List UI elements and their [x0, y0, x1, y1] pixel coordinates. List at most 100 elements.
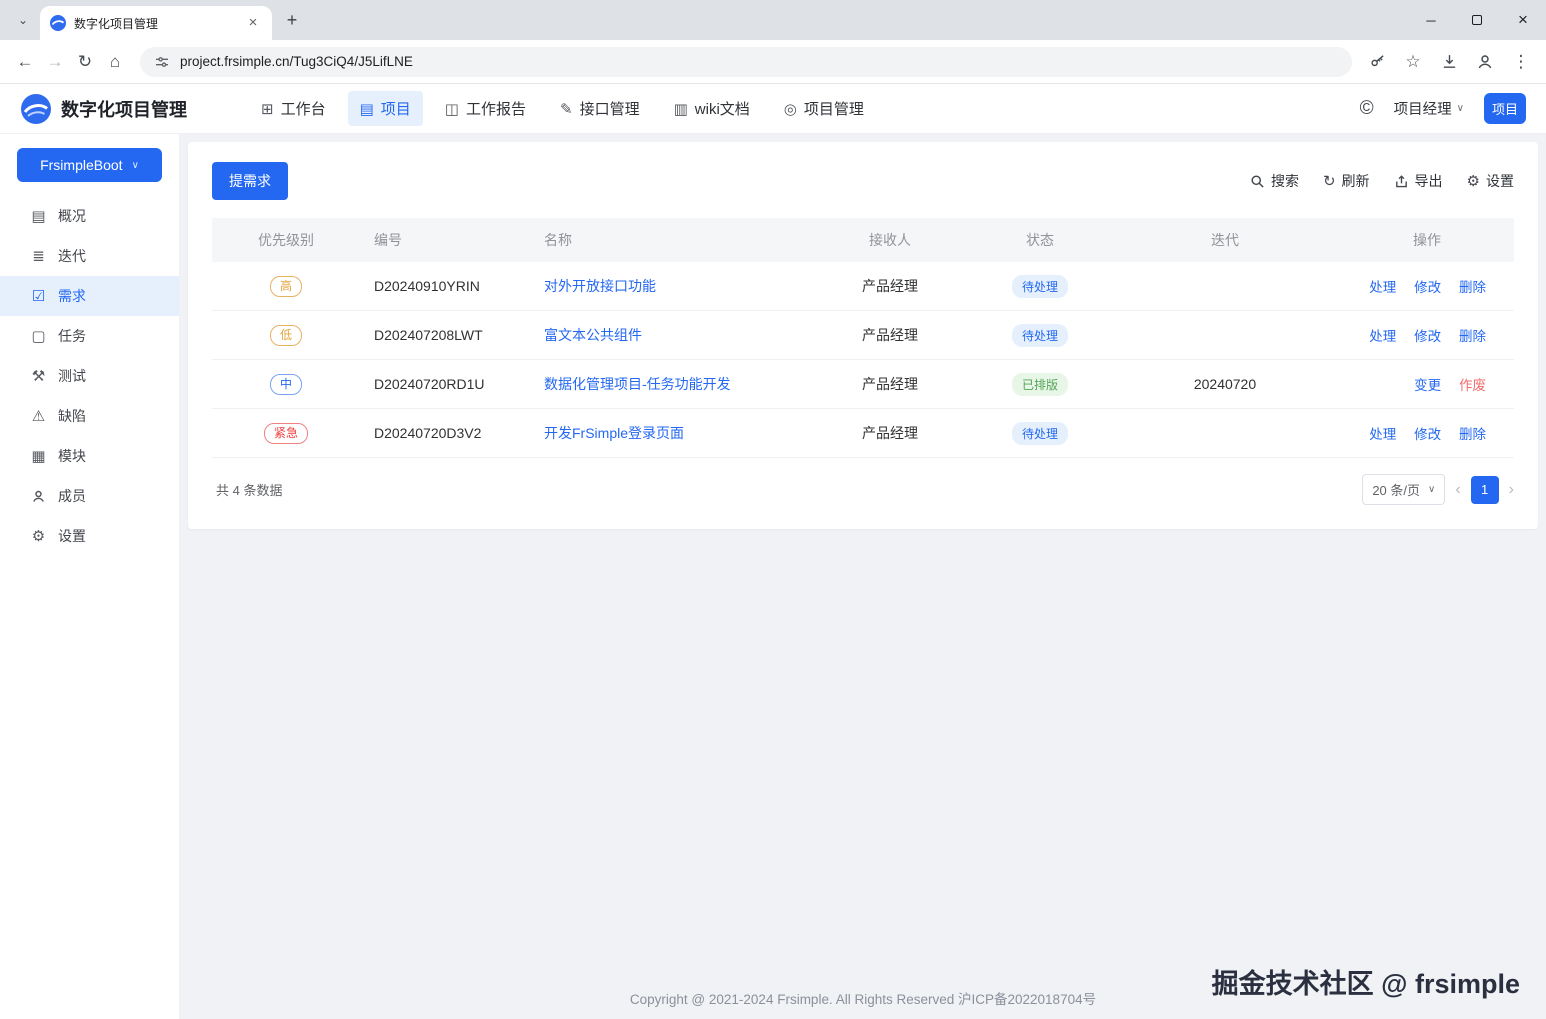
browser-actions: ☆ ⋮ — [1362, 47, 1536, 77]
header-right: © 项目经理 ∨ 项目 — [1360, 93, 1526, 124]
site-info-icon[interactable] — [154, 54, 170, 70]
sidebar-item-settings[interactable]: ⚙设置 — [0, 516, 179, 556]
sidebar-item-overview[interactable]: ▤概况 — [0, 196, 179, 236]
refresh-button[interactable]: ↻ 刷新 — [1323, 171, 1370, 191]
void-action[interactable]: 作废 — [1459, 378, 1486, 393]
maximize-icon — [1472, 15, 1482, 25]
receiver: 产品经理 — [810, 423, 970, 443]
tab-close-icon[interactable]: × — [244, 14, 262, 32]
table-header-row: 优先级别 编号 名称 接收人 状态 迭代 操作 — [212, 218, 1514, 262]
bookmark-star-icon[interactable]: ☆ — [1398, 47, 1428, 77]
handle-action[interactable]: 处理 — [1369, 329, 1396, 344]
table-footer: 共 4 条数据 20 条/页 ∨ ‹ 1 › — [212, 474, 1514, 505]
delete-action[interactable]: 删除 — [1459, 329, 1486, 344]
profile-icon[interactable] — [1470, 47, 1500, 77]
status-badge: 待处理 — [1012, 422, 1068, 445]
window-minimize-button[interactable]: ─ — [1408, 0, 1454, 40]
avatar[interactable]: 项目 — [1484, 93, 1526, 124]
new-tab-button[interactable]: + — [278, 7, 306, 35]
priority-badge: 低 — [270, 325, 302, 346]
prev-page-icon[interactable]: ‹ — [1455, 481, 1460, 499]
iteration-icon: ≣ — [30, 247, 47, 265]
priority-badge: 中 — [270, 374, 302, 395]
edit-action[interactable]: 修改 — [1414, 280, 1441, 295]
browser-toolbar: ← → ↻ ⌂ project.frsimple.cn/Tug3CiQ4/J5L… — [0, 40, 1546, 84]
sidebar-item-defects[interactable]: ⚠缺陷 — [0, 396, 179, 436]
window-close-button[interactable]: × — [1500, 0, 1546, 40]
receiver: 产品经理 — [810, 374, 970, 394]
back-icon[interactable]: ← — [10, 47, 40, 77]
nav-api-management[interactable]: ✎接口管理 — [548, 91, 652, 126]
forward-icon[interactable]: → — [40, 47, 70, 77]
nav-work-report[interactable]: ◫工作报告 — [433, 91, 538, 126]
export-icon — [1394, 174, 1409, 189]
col-iteration: 迭代 — [1110, 230, 1340, 250]
url-text: project.frsimple.cn/Tug3CiQ4/J5LifLNE — [180, 54, 413, 69]
download-icon[interactable] — [1434, 47, 1464, 77]
settings-label: 设置 — [1486, 171, 1514, 191]
table-row: 高 D20240910YRIN 对外开放接口功能 产品经理 待处理 处理 修改 … — [212, 262, 1514, 311]
delete-action[interactable]: 删除 — [1459, 280, 1486, 295]
brand: 数字化项目管理 — [20, 93, 187, 125]
nav-project-management[interactable]: ◎项目管理 — [772, 91, 876, 126]
table-settings-button[interactable]: ⚙ 设置 — [1467, 171, 1514, 191]
password-key-icon[interactable] — [1362, 47, 1392, 77]
browser-tab[interactable]: 数字化项目管理 × — [40, 6, 272, 40]
sidebar-item-members[interactable]: 成员 — [0, 476, 179, 516]
page-number[interactable]: 1 — [1471, 476, 1499, 504]
edit-action[interactable]: 修改 — [1414, 329, 1441, 344]
search-button[interactable]: 搜索 — [1250, 171, 1299, 191]
export-label: 导出 — [1415, 171, 1443, 191]
main-content: 提需求 搜索 ↻ 刷新 导出 ⚙ — [180, 134, 1546, 1019]
sidebar-item-iteration[interactable]: ≣迭代 — [0, 236, 179, 276]
app-title: 数字化项目管理 — [61, 96, 187, 122]
next-page-icon[interactable]: › — [1509, 481, 1514, 499]
tab-search-chevron-icon[interactable]: ⌄ — [10, 7, 36, 33]
col-code: 编号 — [360, 230, 530, 250]
nav-label: 接口管理 — [580, 98, 640, 119]
add-requirement-button[interactable]: 提需求 — [212, 162, 288, 200]
browser-tab-strip: ⌄ 数字化项目管理 × + ─ × — [0, 0, 1546, 40]
user-role-dropdown[interactable]: 项目经理 ∨ — [1394, 98, 1464, 119]
tab-title: 数字化项目管理 — [74, 15, 236, 32]
handle-action[interactable]: 处理 — [1369, 280, 1396, 295]
refresh-icon[interactable]: ↻ — [70, 47, 100, 77]
sidebar-item-testing[interactable]: ⚒测试 — [0, 356, 179, 396]
sidebar-item-requirements[interactable]: ☑需求 — [0, 276, 179, 316]
sidebar-item-modules[interactable]: ▦模块 — [0, 436, 179, 476]
col-priority: 优先级别 — [212, 230, 360, 250]
handle-action[interactable]: 处理 — [1369, 427, 1396, 442]
modules-icon: ▦ — [30, 447, 47, 465]
requirement-name-link[interactable]: 数据化管理项目-任务功能开发 — [544, 376, 731, 392]
app-logo — [20, 93, 52, 125]
sidebar-item-label: 任务 — [58, 326, 86, 346]
address-bar[interactable]: project.frsimple.cn/Tug3CiQ4/J5LifLNE — [140, 47, 1352, 77]
sidebar-item-tasks[interactable]: ▢任务 — [0, 316, 179, 356]
edit-action[interactable]: 修改 — [1414, 427, 1441, 442]
requirement-name-link[interactable]: 开发FrSimple登录页面 — [544, 425, 684, 441]
gear-icon: ⚙ — [1467, 172, 1480, 190]
nav-label: 项目管理 — [804, 98, 864, 119]
search-label: 搜索 — [1271, 171, 1299, 191]
export-button[interactable]: 导出 — [1394, 171, 1443, 191]
delete-action[interactable]: 删除 — [1459, 427, 1486, 442]
change-action[interactable]: 变更 — [1414, 378, 1441, 393]
copyright-icon[interactable]: © — [1360, 98, 1374, 120]
settings-icon: ⚙ — [30, 527, 47, 545]
nav-project[interactable]: ▤项目 — [348, 91, 423, 126]
requirement-name-link[interactable]: 富文本公共组件 — [544, 327, 642, 343]
home-icon[interactable]: ⌂ — [100, 47, 130, 77]
watermark: 掘金技术社区 @ frsimple — [1212, 962, 1520, 1001]
nav-workbench[interactable]: ⊞工作台 — [249, 91, 338, 126]
nav-label: 工作报告 — [466, 98, 526, 119]
window-maximize-button[interactable] — [1454, 0, 1500, 40]
chevron-down-icon: ∨ — [132, 160, 139, 171]
nav-label: 项目 — [381, 98, 411, 119]
requirement-name-link[interactable]: 对外开放接口功能 — [544, 278, 656, 294]
top-nav: ⊞工作台 ▤项目 ◫工作报告 ✎接口管理 ▥wiki文档 ◎项目管理 — [249, 91, 876, 126]
project-selector-button[interactable]: FrsimpleBoot ∨ — [17, 148, 162, 182]
nav-wiki-docs[interactable]: ▥wiki文档 — [662, 91, 762, 126]
browser-menu-icon[interactable]: ⋮ — [1506, 47, 1536, 77]
page-size-select[interactable]: 20 条/页 ∨ — [1362, 474, 1445, 505]
table-row: 紧急 D20240720D3V2 开发FrSimple登录页面 产品经理 待处理… — [212, 409, 1514, 458]
